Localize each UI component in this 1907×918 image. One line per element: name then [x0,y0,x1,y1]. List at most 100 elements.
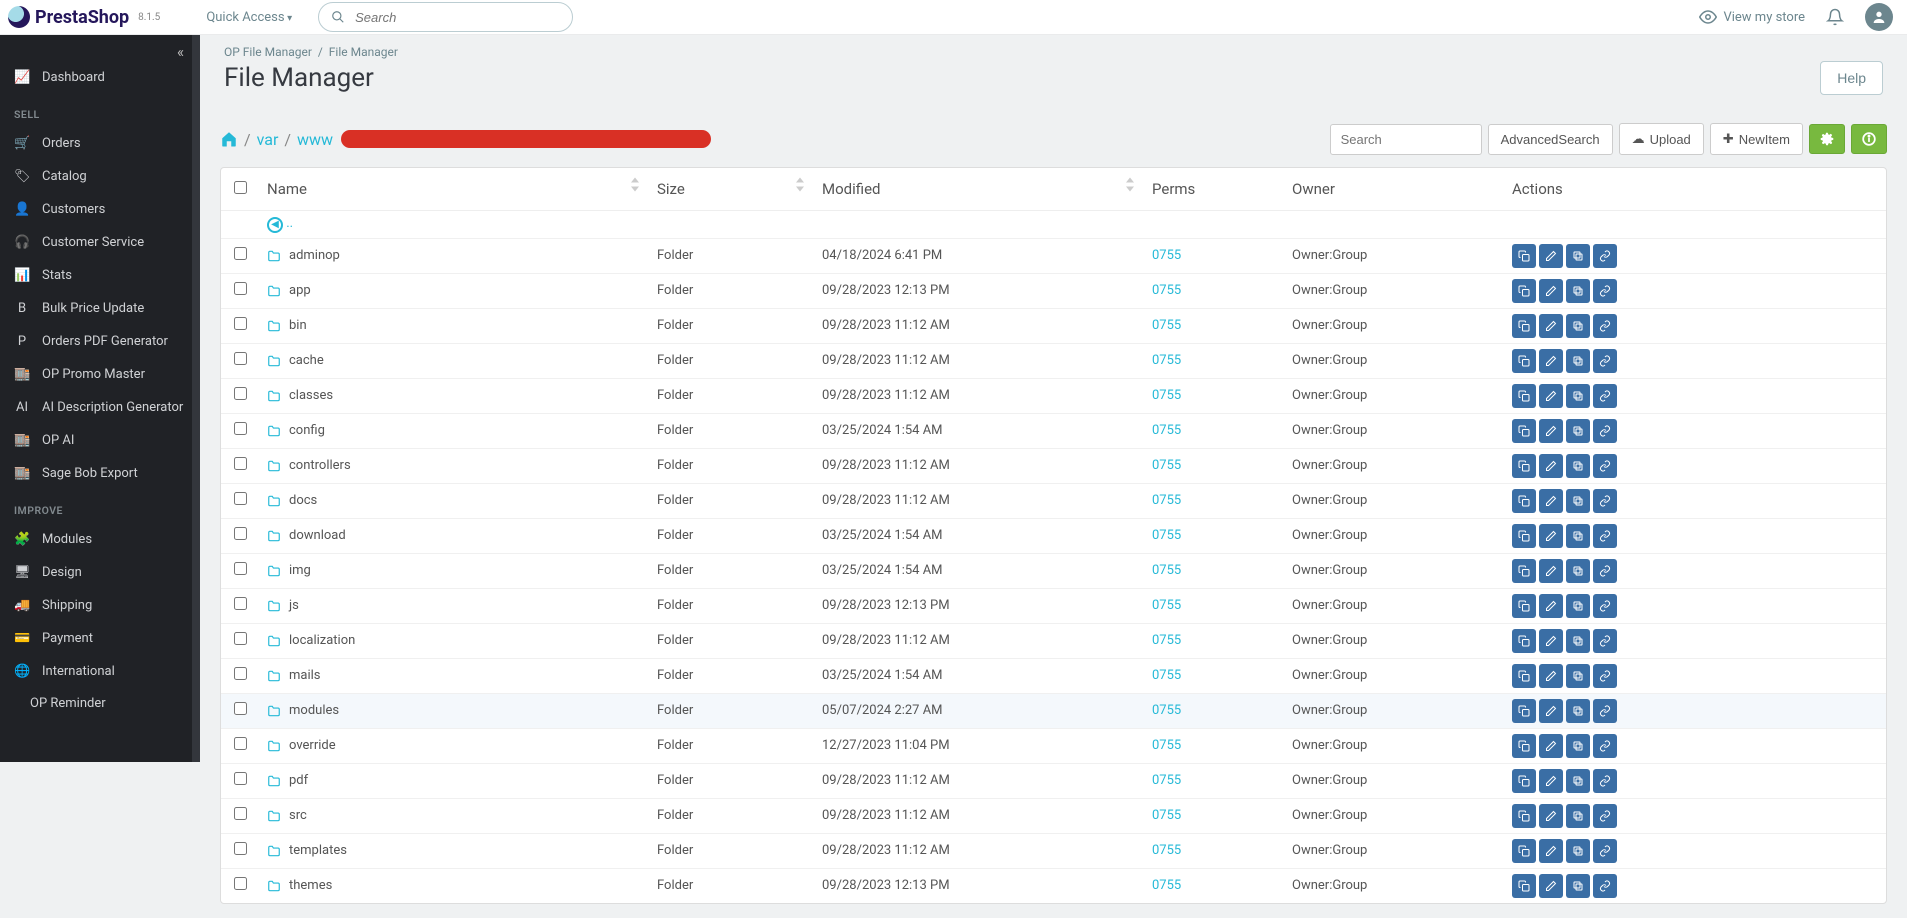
action-edit-button[interactable] [1539,384,1563,408]
table-row[interactable]: imgFolder03/25/2024 1:54 AM0755Owner:Gro… [221,553,1886,588]
file-name-cell[interactable]: themes [267,878,641,893]
quick-access-dropdown[interactable]: Quick Access [206,10,292,25]
action-edit-button[interactable] [1539,279,1563,303]
action-edit-button[interactable] [1539,349,1563,373]
row-checkbox[interactable] [234,702,247,715]
action-edit-button[interactable] [1539,874,1563,898]
table-row[interactable]: modulesFolder05/07/2024 2:27 AM0755Owner… [221,693,1886,728]
action-link-button[interactable] [1593,769,1617,793]
file-name-cell[interactable]: adminop [267,248,641,263]
sidebar-sub-op-reminder[interactable]: OP Reminder [0,688,200,719]
row-checkbox[interactable] [234,352,247,365]
action-copy-button[interactable] [1512,594,1536,618]
table-row[interactable]: mailsFolder03/25/2024 1:54 AM0755Owner:G… [221,658,1886,693]
action-edit-button[interactable] [1539,804,1563,828]
path-seg-www[interactable]: www [297,130,333,149]
action-copy-button[interactable] [1512,769,1536,793]
action-edit-button[interactable] [1539,559,1563,583]
action-edit-button[interactable] [1539,629,1563,653]
select-all-checkbox[interactable] [234,181,247,194]
action-edit-button[interactable] [1539,419,1563,443]
table-row[interactable]: cacheFolder09/28/2023 11:12 AM0755Owner:… [221,343,1886,378]
col-modified[interactable]: Modified [814,168,1144,211]
action-duplicate-button[interactable] [1566,559,1590,583]
action-link-button[interactable] [1593,874,1617,898]
action-edit-button[interactable] [1539,839,1563,863]
file-name-cell[interactable]: pdf [267,773,641,788]
table-row[interactable]: pdfFolder09/28/2023 11:12 AM0755Owner:Gr… [221,763,1886,798]
row-checkbox[interactable] [234,597,247,610]
action-duplicate-button[interactable] [1566,629,1590,653]
sidebar-item-shipping[interactable]: 🚚Shipping [0,589,200,622]
global-search[interactable] [318,2,573,32]
advanced-search-button[interactable]: AdvancedSearch [1488,124,1613,155]
table-row[interactable]: binFolder09/28/2023 11:12 AM0755Owner:Gr… [221,308,1886,343]
settings-button[interactable] [1809,124,1845,154]
action-link-button[interactable] [1593,699,1617,723]
notifications-button[interactable] [1825,7,1845,27]
action-copy-button[interactable] [1512,489,1536,513]
action-duplicate-button[interactable] [1566,699,1590,723]
action-copy-button[interactable] [1512,699,1536,723]
sidebar-item-stats[interactable]: 📊Stats [0,259,200,292]
action-copy-button[interactable] [1512,279,1536,303]
file-name-cell[interactable]: localization [267,633,641,648]
action-copy-button[interactable] [1512,419,1536,443]
action-edit-button[interactable] [1539,664,1563,688]
file-perms-link[interactable]: 0755 [1152,283,1181,298]
row-checkbox[interactable] [234,667,247,680]
action-duplicate-button[interactable] [1566,489,1590,513]
file-perms-link[interactable]: 0755 [1152,563,1181,578]
table-row[interactable]: localizationFolder09/28/2023 11:12 AM075… [221,623,1886,658]
action-duplicate-button[interactable] [1566,419,1590,443]
col-name[interactable]: Name [259,168,649,211]
action-copy-button[interactable] [1512,734,1536,758]
sidebar-item-customer-service[interactable]: 🎧Customer Service [0,226,200,259]
table-row[interactable]: docsFolder09/28/2023 11:12 AM0755Owner:G… [221,483,1886,518]
file-name-cell[interactable]: download [267,528,641,543]
action-duplicate-button[interactable] [1566,349,1590,373]
sidebar-item-sage-bob-export[interactable]: 🏬Sage Bob Export [0,457,200,490]
table-row[interactable]: templatesFolder09/28/2023 11:12 AM0755Ow… [221,833,1886,868]
action-edit-button[interactable] [1539,489,1563,513]
user-avatar[interactable] [1865,3,1893,31]
parent-dir-row[interactable]: ◀ .. [221,211,1886,239]
file-name-cell[interactable]: config [267,423,641,438]
table-row[interactable]: jsFolder09/28/2023 12:13 PM0755Owner:Gro… [221,588,1886,623]
action-copy-button[interactable] [1512,559,1536,583]
action-duplicate-button[interactable] [1566,314,1590,338]
file-perms-link[interactable]: 0755 [1152,878,1181,893]
file-name-cell[interactable]: src [267,808,641,823]
row-checkbox[interactable] [234,247,247,260]
row-checkbox[interactable] [234,527,247,540]
action-edit-button[interactable] [1539,734,1563,758]
row-checkbox[interactable] [234,492,247,505]
table-row[interactable]: srcFolder09/28/2023 11:12 AM0755Owner:Gr… [221,798,1886,833]
file-name-cell[interactable]: app [267,283,641,298]
row-checkbox[interactable] [234,877,247,890]
file-perms-link[interactable]: 0755 [1152,703,1181,718]
action-duplicate-button[interactable] [1566,244,1590,268]
row-checkbox[interactable] [234,632,247,645]
row-checkbox[interactable] [234,807,247,820]
action-link-button[interactable] [1593,279,1617,303]
action-edit-button[interactable] [1539,244,1563,268]
action-duplicate-button[interactable] [1566,664,1590,688]
action-copy-button[interactable] [1512,454,1536,478]
file-search-input[interactable] [1330,124,1482,155]
file-name-cell[interactable]: js [267,598,641,613]
row-checkbox[interactable] [234,422,247,435]
action-copy-button[interactable] [1512,664,1536,688]
file-perms-link[interactable]: 0755 [1152,248,1181,263]
action-link-button[interactable] [1593,489,1617,513]
col-perms[interactable]: Perms [1144,168,1284,211]
file-name-cell[interactable]: classes [267,388,641,403]
row-checkbox[interactable] [234,457,247,470]
sidebar-item-op-ai[interactable]: 🏬OP AI [0,424,200,457]
action-duplicate-button[interactable] [1566,874,1590,898]
action-edit-button[interactable] [1539,314,1563,338]
action-link-button[interactable] [1593,244,1617,268]
home-icon[interactable] [220,130,238,148]
action-duplicate-button[interactable] [1566,279,1590,303]
sidebar-item-customers[interactable]: 👤Customers [0,193,200,226]
